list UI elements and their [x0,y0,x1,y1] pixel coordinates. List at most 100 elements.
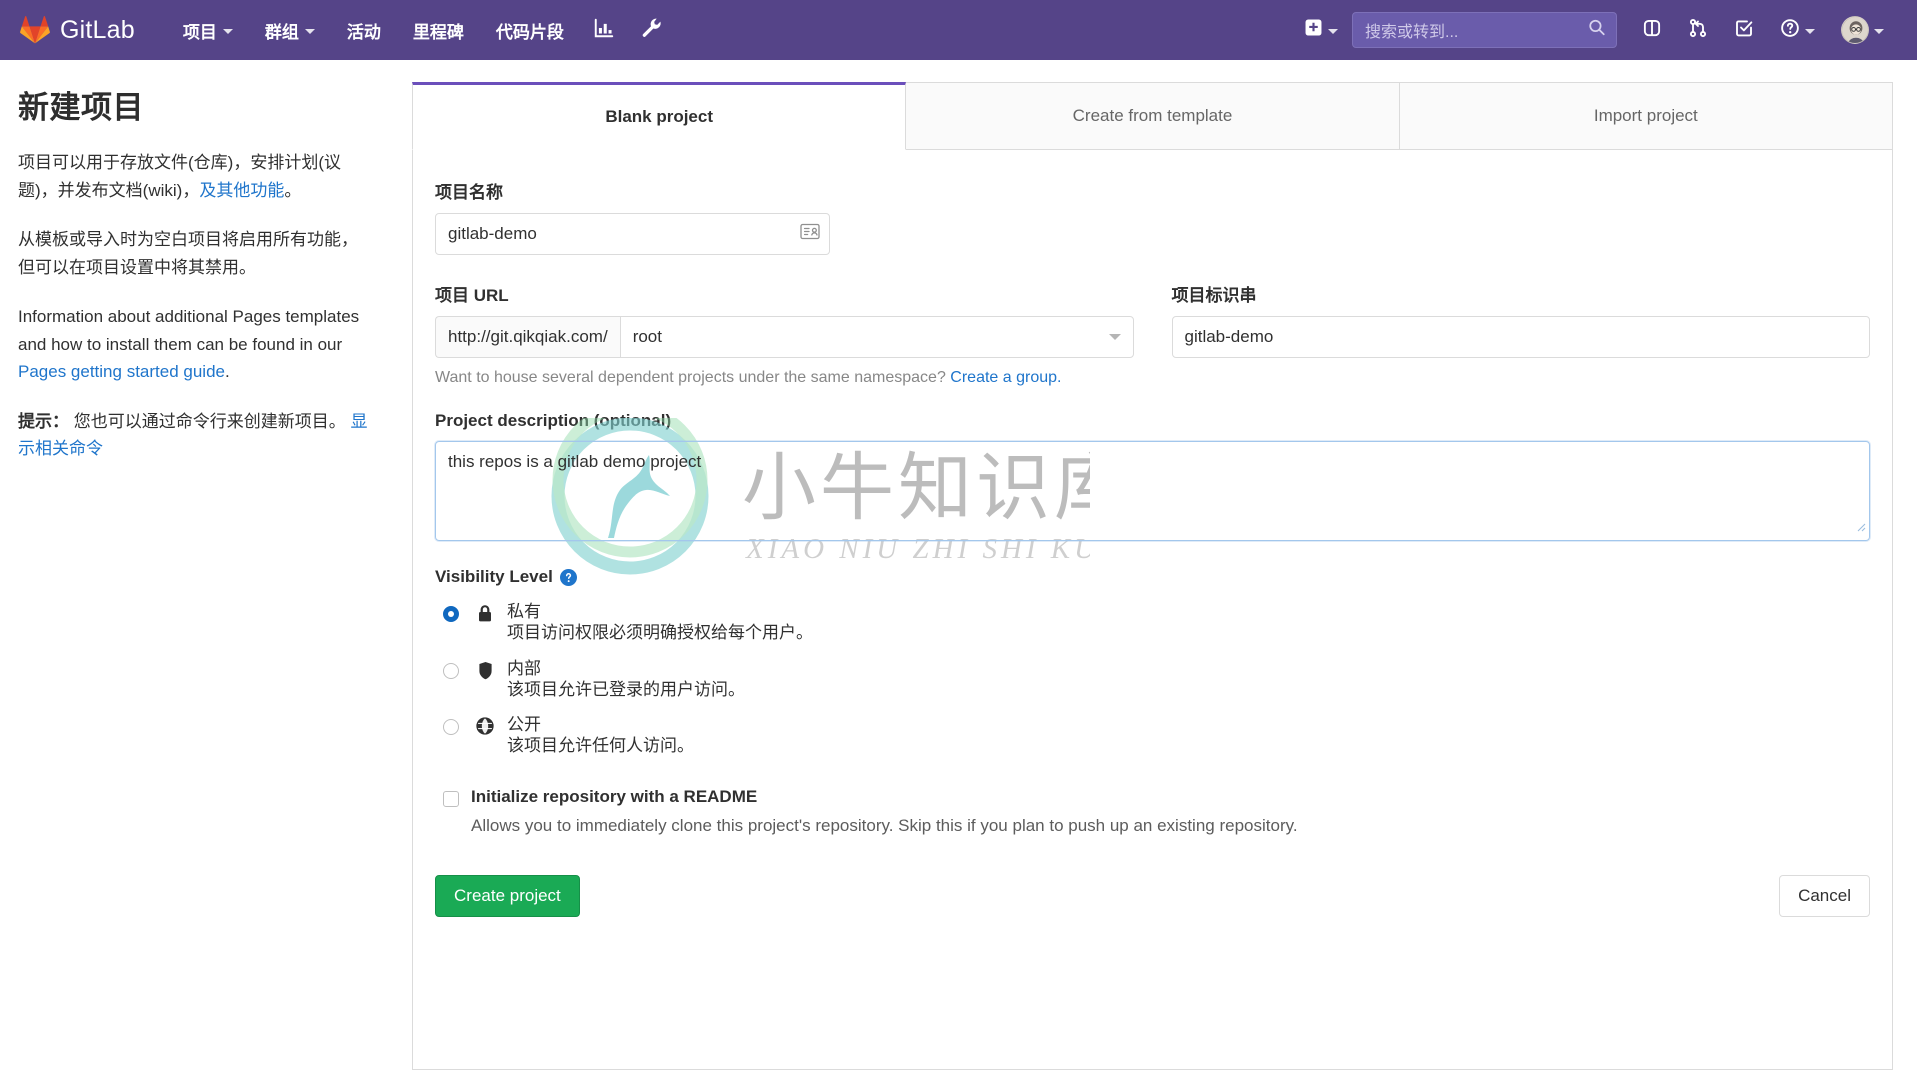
nav-item-label: 活动 [346,22,381,42]
initialize-readme-desc: Allows you to immediately clone this pro… [471,815,1298,835]
visibility-text-private: 私有 项目访问权限必须明确授权给每个用户。 [507,601,813,644]
help-circle-icon[interactable] [559,568,577,586]
analytics-icon [593,17,615,44]
initialize-readme-checkbox[interactable] [443,790,459,807]
visibility-name: 私有 [507,602,541,621]
visibility-name: 公开 [507,715,541,734]
project-url-group: http://git.qikqiak.com/ root [435,316,1134,358]
search-input[interactable]: 搜索或转到... [1352,12,1617,48]
tab-label: Import project [1593,106,1698,125]
gitlab-tanuki-icon [20,15,50,45]
wrench-icon [641,17,663,44]
chevron-down-icon [1328,28,1338,34]
cancel-button[interactable]: Cancel [1779,874,1870,917]
lock-icon [475,604,495,623]
project-url-label: 项目 URL [435,286,509,305]
merge-requests-button[interactable] [1675,0,1721,60]
sidebar-p3-before: Information about additional Pages templ… [18,307,360,354]
tab-blank-project[interactable]: Blank project [412,82,907,150]
initialize-readme-text: Initialize repository with a README Allo… [471,787,1298,837]
namespace-select[interactable]: root [619,316,1134,358]
issues-icon [1642,18,1662,43]
namespace-help-text: Want to house several dependent projects… [435,369,1870,387]
tab-import-project[interactable]: Import project [1398,82,1893,150]
initialize-readme-label: Initialize repository with a README [471,786,758,806]
other-features-link[interactable]: 及其他功能 [199,181,284,200]
tab-create-from-template[interactable]: Create from template [905,82,1400,150]
visibility-title: Visibility Level [435,567,553,586]
namespace-value: root [632,327,662,346]
cancel-label: Cancel [1798,885,1851,905]
sidebar-tip: 提示： 您也可以通过命令行来创建新项目。 显示相关命令 [18,408,372,463]
issues-button[interactable] [1629,0,1675,60]
page-body: 新建项目 项目可以用于存放文件(仓库)，安排计划(议题)，并发布文档(wiki)… [0,60,1917,1080]
project-slug-col: 项目标识串 gitlab-demo [1171,281,1870,358]
project-slug-input[interactable]: gitlab-demo [1171,316,1870,358]
visibility-radio-internal[interactable] [443,662,459,679]
visibility-desc: 项目访问权限必须明确授权给每个用户。 [507,623,813,643]
form-actions: Create project Cancel [413,874,1892,943]
globe-icon [475,717,495,735]
top-navbar: GitLab 项目 群组 活动 里程碑 代码片段 搜索或转到... [0,0,1917,60]
project-name-value: gitlab-demo [448,224,537,243]
nav-item-snippets[interactable]: 代码片段 [480,0,580,60]
project-slug-label: 项目标识串 [1171,286,1257,305]
gitlab-logo-link[interactable]: GitLab [20,15,135,45]
todos-icon [1734,18,1754,43]
nav-item-groups[interactable]: 群组 [249,0,331,60]
nav-item-label: 群组 [264,22,299,42]
nav-item-activity[interactable]: 活动 [331,0,397,60]
chevron-down-icon [222,28,233,34]
visibility-option-private[interactable]: 私有 项目访问权限必须明确授权给每个用户。 [435,601,1870,644]
user-menu-button[interactable] [1828,0,1897,60]
new-project-sidebar: 新建项目 项目可以用于存放文件(仓库)，安排计划(议题)，并发布文档(wiki)… [0,60,412,1080]
new-dropdown-button[interactable] [1295,0,1348,60]
nav-item-label: 里程碑 [412,22,464,42]
search-placeholder: 搜索或转到... [1365,24,1459,41]
visibility-radio-public[interactable] [443,719,459,735]
sidebar-paragraph-1: 项目可以用于存放文件(仓库)，安排计划(议题)，并发布文档(wiki)，及其他功… [18,149,372,204]
visibility-radio-private[interactable] [443,606,459,622]
visibility-option-public[interactable]: 公开 该项目允许任何人访问。 [435,714,1870,757]
tip-label: 提示： [18,411,69,431]
visibility-option-internal[interactable]: 内部 该项目允许已登录的用户访问。 [435,658,1870,701]
avatar [1841,16,1869,44]
project-description-textarea[interactable]: this repos is a gitlab demo project [435,441,1870,541]
visibility-desc: 该项目允许任何人访问。 [507,736,694,756]
initialize-readme-row[interactable]: Initialize repository with a README Allo… [435,787,1870,837]
sidebar-paragraph-2: 从模板或导入时为空白项目将启用所有功能，但可以在项目设置中将其禁用。 [18,230,358,277]
create-project-button[interactable]: Create project [435,874,580,917]
project-slug-value: gitlab-demo [1184,327,1274,346]
page-title: 新建项目 [18,90,144,125]
form-fields: 项目名称 gitlab-demo 项目 URL http://git.qikqi… [413,178,1892,837]
project-type-tabs: Blank project Create from template Impor… [412,82,1893,150]
sidebar-paragraph-3: Information about additional Pages templ… [18,303,372,386]
new-project-content: 小牛知识库 XIAO NIU ZHI SHI KU Blank project … [412,60,1917,1080]
project-name-row: gitlab-demo [435,213,830,255]
resize-handle[interactable] [1854,517,1866,537]
brand-title: GitLab [60,15,135,44]
blank-project-panel: 项目名称 gitlab-demo 项目 URL http://git.qikqi… [412,150,1893,1070]
tab-label: Blank project [605,107,714,126]
nav-item-projects[interactable]: 项目 [167,0,249,60]
project-name-input[interactable]: gitlab-demo [435,213,830,255]
help-button[interactable] [1767,0,1828,60]
nav-item-analytics[interactable] [580,0,628,60]
project-template-icon[interactable] [800,223,820,246]
sidebar-p1-after: 。 [284,180,302,200]
nav-item-admin[interactable] [628,0,676,60]
pages-getting-started-guide-link[interactable]: Pages getting started guide [18,362,225,381]
project-url-col: 项目 URL http://git.qikqiak.com/ root [435,281,1134,358]
project-description-value: this repos is a gitlab demo project [448,452,702,471]
todos-button[interactable] [1721,0,1767,60]
nav-item-milestones[interactable]: 里程碑 [397,0,480,60]
shield-icon [475,661,495,680]
tab-label: Create from template [1072,106,1233,125]
create-a-group-link[interactable]: Create a group. [950,369,1061,386]
visibility-name: 内部 [507,658,541,678]
chevron-down-icon [304,28,315,34]
visibility-text-public: 公开 该项目允许任何人访问。 [507,714,694,757]
visibility-desc: 该项目允许已登录的用户访问。 [507,679,745,699]
primary-nav: 项目 群组 活动 里程碑 代码片段 [167,0,676,60]
nav-item-label: 项目 [182,22,217,42]
